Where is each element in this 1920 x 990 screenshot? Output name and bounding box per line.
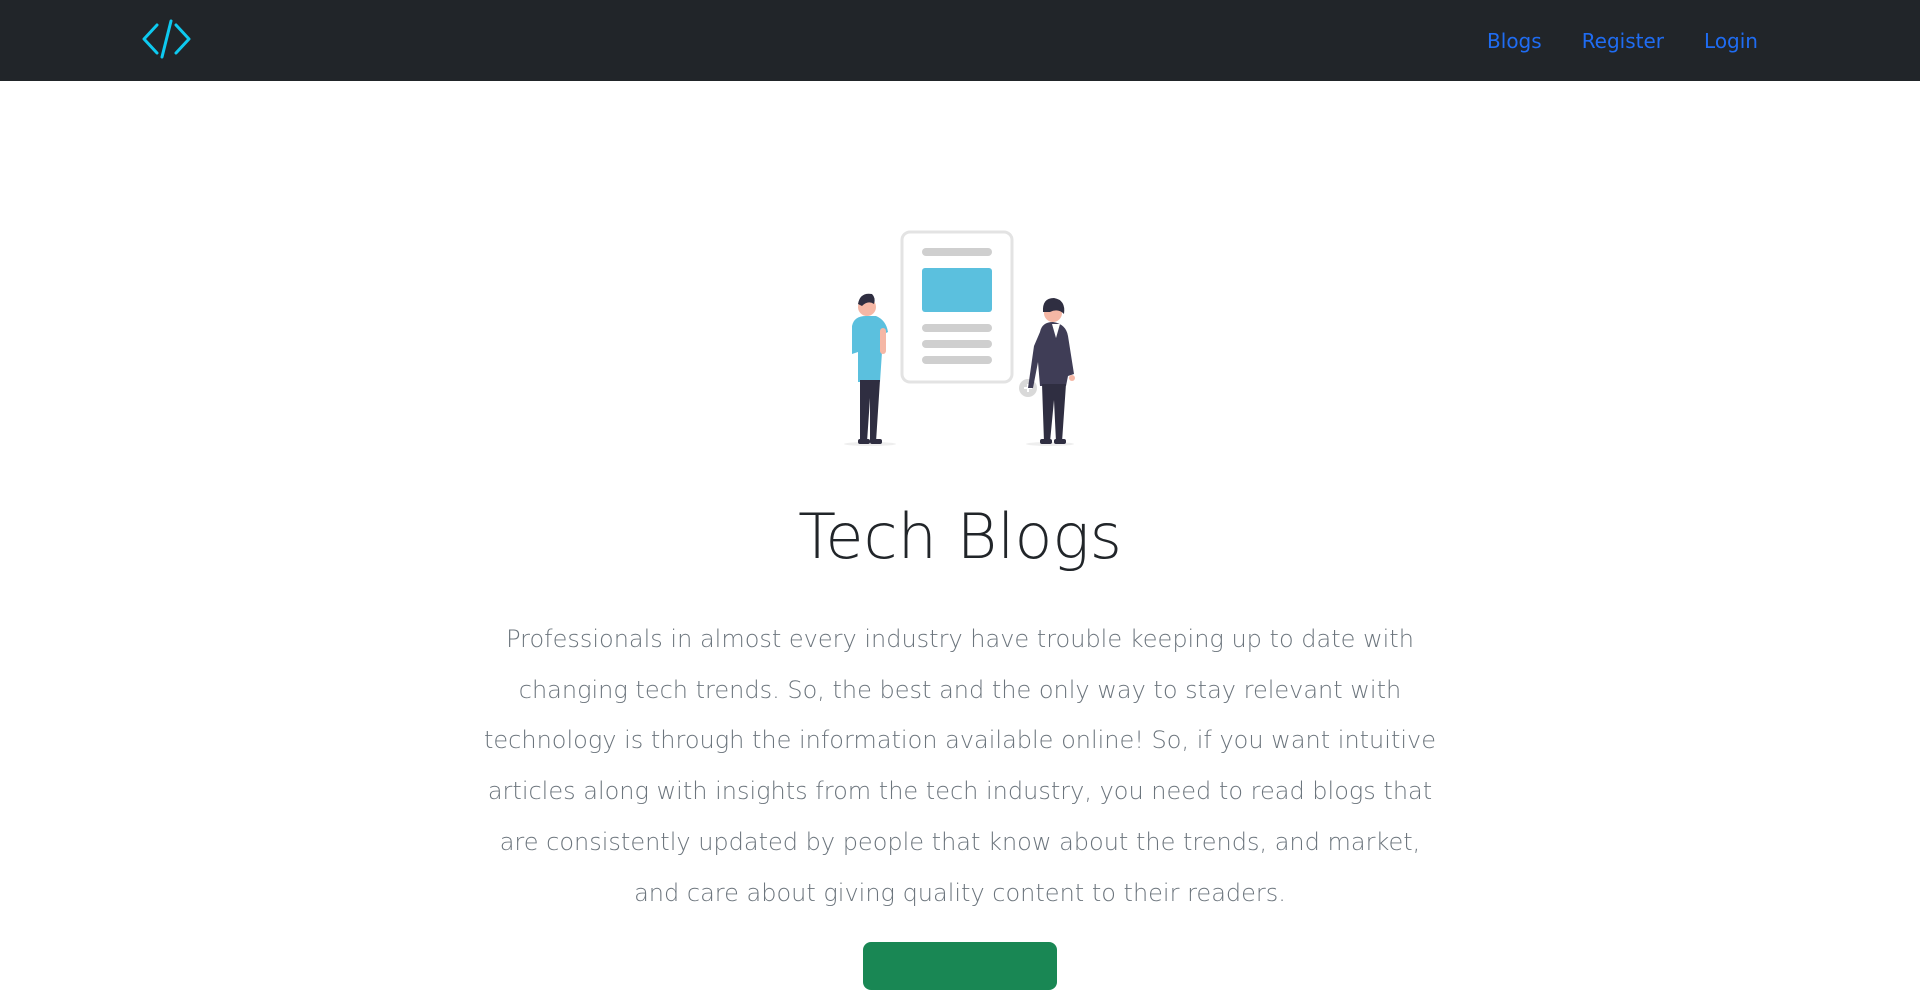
nav-link-register[interactable]: Register (1582, 29, 1664, 53)
cta-button[interactable] (863, 942, 1057, 990)
hero-illustration (840, 228, 1080, 448)
navbar: Blogs Register Login (0, 0, 1920, 81)
nav-link-login[interactable]: Login (1704, 29, 1758, 53)
hero-description: Professionals in almost every industry h… (484, 625, 1436, 907)
nav-link-blogs[interactable]: Blogs (1487, 29, 1542, 53)
nav-links: Blogs Register Login (1487, 0, 1758, 81)
code-logo-icon[interactable] (140, 16, 192, 62)
page-title: Tech Blogs (798, 500, 1122, 573)
